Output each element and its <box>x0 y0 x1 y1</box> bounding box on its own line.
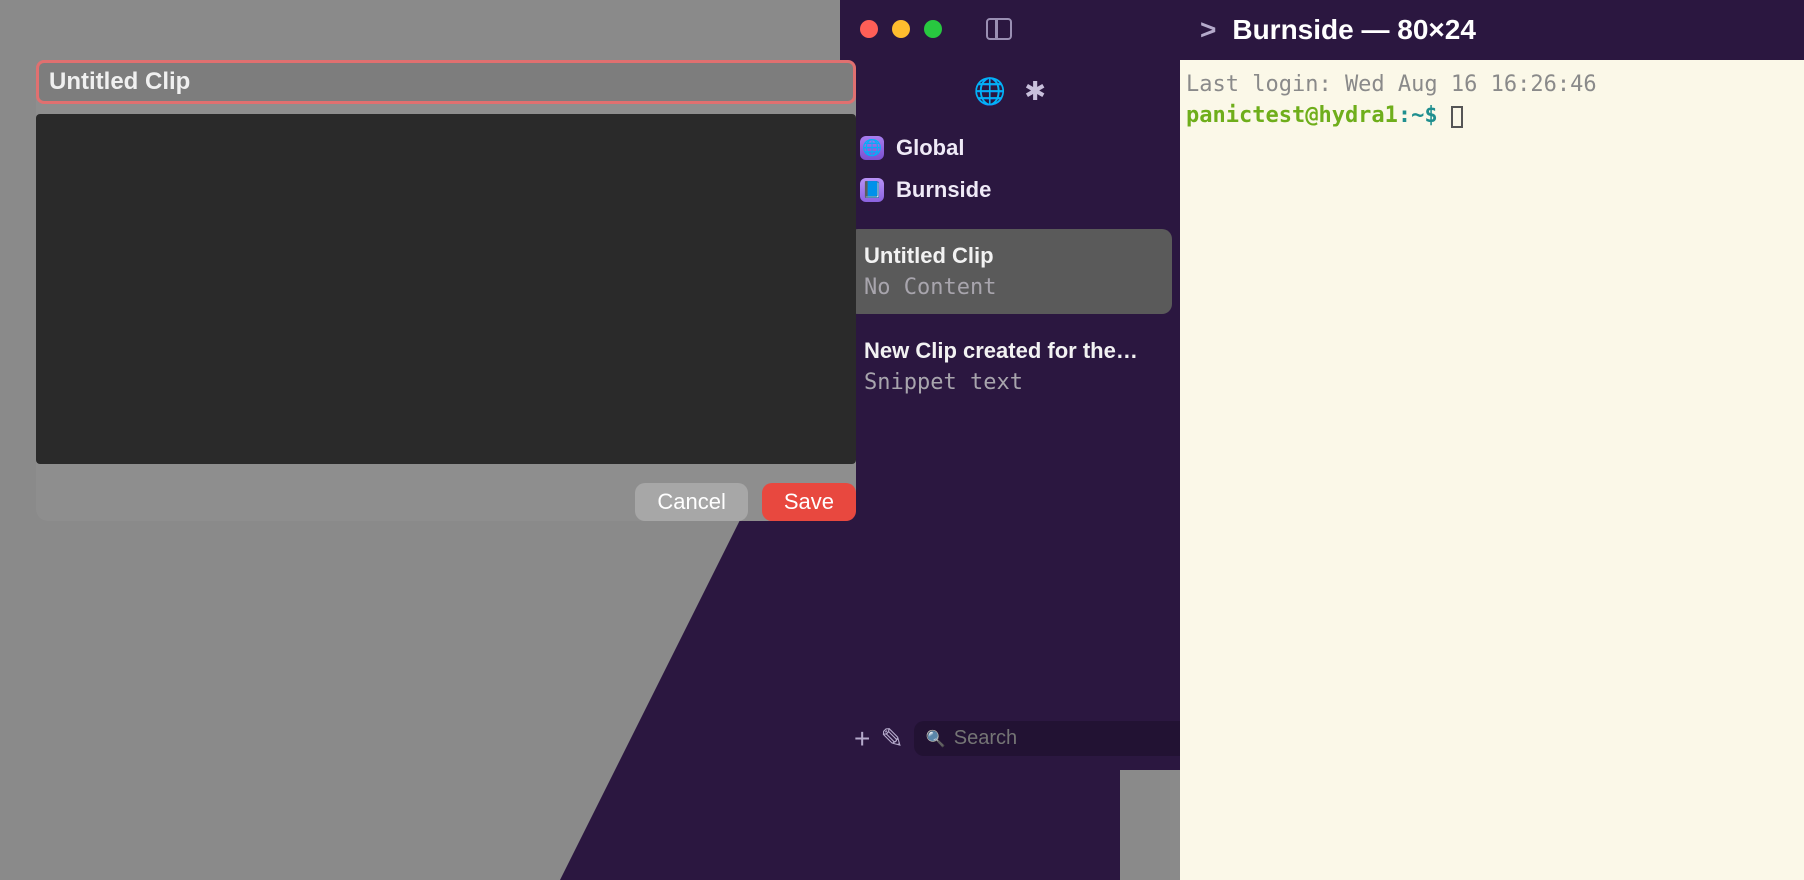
add-clip-button[interactable]: + <box>854 723 870 755</box>
prompt-sep: : <box>1398 103 1411 128</box>
sidebar-filter-icons: 🌐 ✱ <box>840 50 1180 121</box>
save-button[interactable]: Save <box>762 483 856 521</box>
last-login-line: Last login: Wed Aug 16 16:26:46 <box>1186 72 1597 97</box>
terminal-titlebar: > Burnside — 80×24 <box>1180 0 1804 60</box>
clip-item-preview: No Content <box>864 275 1156 300</box>
clip-item-selected[interactable]: Untitled Clip No Content <box>848 229 1172 314</box>
terminal-output[interactable]: Last login: Wed Aug 16 16:26:46 panictes… <box>1180 60 1804 880</box>
globe-icon[interactable]: 🌐 <box>974 76 1006 107</box>
terminal-pane: > Burnside — 80×24 Last login: Wed Aug 1… <box>1180 0 1804 880</box>
clip-editor-buttons: Cancel Save <box>36 483 856 521</box>
scope-label: Global <box>896 135 964 161</box>
prompt-user: panictest@hydra1 <box>1186 103 1398 128</box>
clip-body-textarea[interactable] <box>36 114 856 464</box>
prompt-dollar: $ <box>1424 103 1437 128</box>
chevron-right-icon: > <box>1200 14 1216 46</box>
search-input[interactable] <box>954 727 1219 750</box>
window-zoom-button[interactable] <box>924 20 942 38</box>
clip-title-input[interactable] <box>36 60 856 104</box>
terminal-cursor <box>1451 106 1463 128</box>
scope-global[interactable]: 🌐 Global <box>850 127 1170 169</box>
clip-editor-popover: Cancel Save <box>36 60 856 521</box>
search-icon: 🔍 <box>926 729 946 749</box>
toggle-sidebar-icon[interactable] <box>986 18 1012 40</box>
clips-sidebar: 🌐 ✱ 🌐 Global 📘 Burnside Untitled Clip No… <box>840 0 1180 770</box>
clip-item-preview: Snippet text <box>864 370 1156 395</box>
cancel-button[interactable]: Cancel <box>635 483 747 521</box>
window-minimize-button[interactable] <box>892 20 910 38</box>
clip-item[interactable]: New Clip created for the… Snippet text <box>848 324 1172 409</box>
terminal-title: Burnside — 80×24 <box>1232 14 1476 46</box>
clip-item-title: New Clip created for the… <box>864 338 1156 364</box>
window-close-button[interactable] <box>860 20 878 38</box>
globe-badge-icon: 🌐 <box>860 136 884 160</box>
sidebar-toolbar: + ✎ 🔍 <box>840 711 1180 770</box>
scope-burnside[interactable]: 📘 Burnside <box>850 169 1170 211</box>
window-controls <box>840 0 1180 50</box>
edit-clip-button[interactable]: ✎ <box>880 722 903 755</box>
asterisk-icon[interactable]: ✱ <box>1024 76 1046 107</box>
scope-label: Burnside <box>896 177 991 203</box>
scope-list: 🌐 Global 📘 Burnside <box>840 121 1180 217</box>
clips-list: Untitled Clip No Content New Clip create… <box>840 229 1180 711</box>
book-badge-icon: 📘 <box>860 178 884 202</box>
clip-item-title: Untitled Clip <box>864 243 1156 269</box>
prompt-path: ~ <box>1411 103 1424 128</box>
